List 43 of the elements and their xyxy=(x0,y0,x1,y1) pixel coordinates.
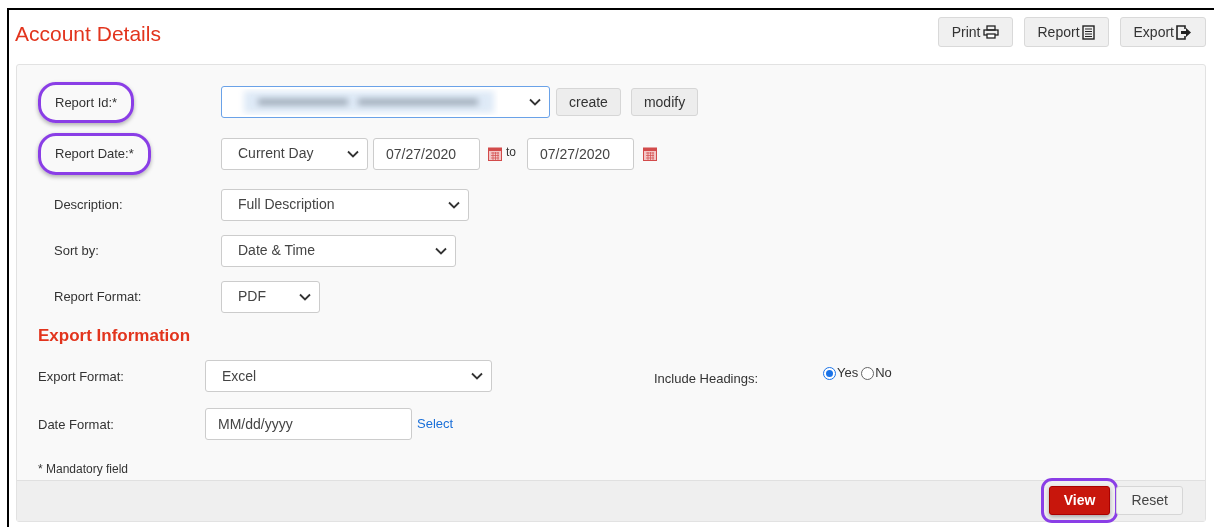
chevron-down-icon xyxy=(435,246,447,255)
radio-label: Yes xyxy=(837,364,859,383)
chevron-down-icon xyxy=(299,292,311,301)
dropdown-select[interactable]: Excel xyxy=(205,360,492,392)
mandatory-note: * Mandatory field xyxy=(38,462,129,476)
chevron-down-icon xyxy=(471,372,483,380)
dropdown-select[interactable]: PDF xyxy=(221,280,320,313)
field-label: Date Format: xyxy=(38,417,114,432)
dropdown-select[interactable]: Full Description xyxy=(221,188,469,221)
chevron-down-icon xyxy=(529,98,541,107)
calendar-icon[interactable] xyxy=(488,146,502,161)
range-separator: to xyxy=(506,143,516,161)
field-label: Export Format: xyxy=(38,369,124,384)
action-button[interactable]: create xyxy=(556,88,621,117)
dropdown-select[interactable]: Date & Time xyxy=(221,234,456,267)
field-label: Report Date:* xyxy=(38,133,151,175)
toolbar-button[interactable]: Report xyxy=(1023,17,1109,47)
field-label: Report Format: xyxy=(54,287,142,306)
field-label: Description: xyxy=(54,195,123,214)
text-field[interactable]: MM/dd/yyyy xyxy=(205,408,412,440)
reset-button[interactable]: Reset xyxy=(1116,486,1183,516)
section-heading: Export Information xyxy=(37,324,192,347)
calendar-icon[interactable] xyxy=(643,146,657,161)
chevron-down-icon xyxy=(347,149,359,158)
action-button[interactable]: modify xyxy=(630,88,699,117)
text-field[interactable]: 07/27/2020 xyxy=(527,137,634,170)
page-title: Account Details xyxy=(15,21,161,47)
radio-button[interactable] xyxy=(861,366,875,380)
toolbar-button[interactable]: Print xyxy=(937,17,1013,47)
radio-button[interactable] xyxy=(823,366,836,380)
dropdown-select[interactable]: Current Day xyxy=(221,137,368,170)
chevron-down-icon xyxy=(448,200,460,209)
dropdown-select[interactable] xyxy=(221,86,550,119)
text-field[interactable]: 07/27/2020 xyxy=(373,137,480,170)
select-link[interactable]: Select xyxy=(417,414,454,434)
printer-icon xyxy=(982,25,999,39)
radio-label: No xyxy=(875,364,892,383)
toolbar-button[interactable]: Export xyxy=(1119,17,1206,47)
field-label: Report Id:* xyxy=(38,81,135,123)
export-icon xyxy=(1176,24,1192,40)
field-label: Sort by: xyxy=(54,241,99,260)
document-icon xyxy=(1081,24,1095,40)
field-label: Include Headings: xyxy=(654,370,760,389)
